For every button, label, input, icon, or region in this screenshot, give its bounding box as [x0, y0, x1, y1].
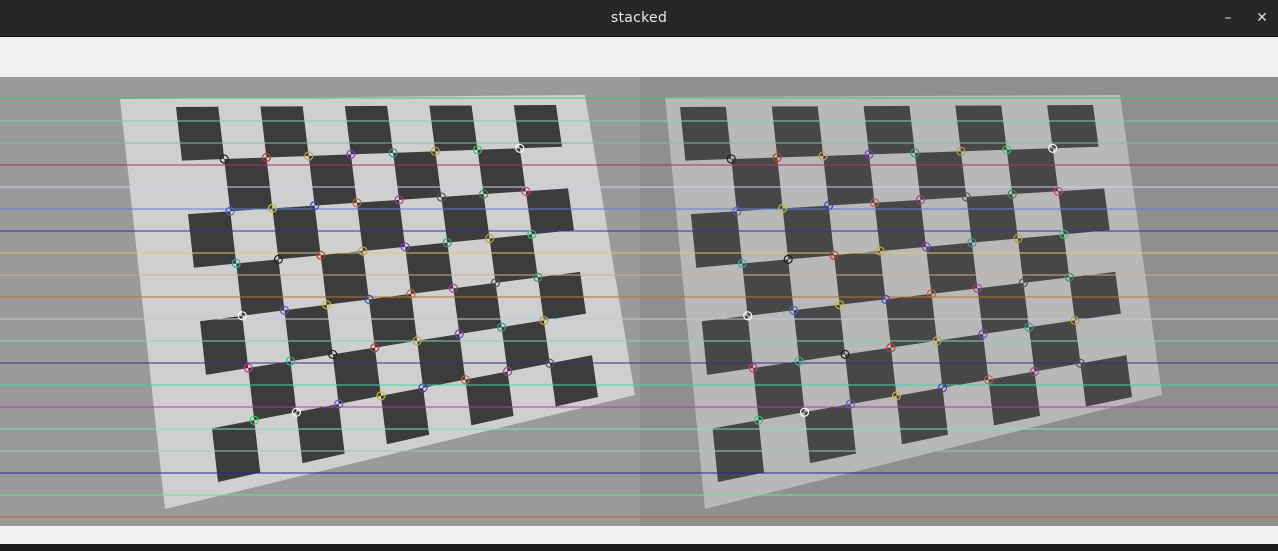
minimize-icon[interactable]: – [1216, 6, 1240, 30]
toolbar-area [0, 37, 1278, 77]
left-board-square [332, 347, 381, 405]
left-board-square [441, 194, 490, 243]
right-board-square [874, 199, 926, 252]
left-board-square [380, 387, 430, 445]
right-board-square [936, 334, 989, 388]
right-board-square [771, 106, 824, 158]
left-board-square [525, 188, 574, 235]
status-bar [0, 526, 1278, 544]
right-board-square [1028, 320, 1081, 372]
right-board-square [845, 347, 897, 405]
left-board-square [453, 282, 502, 334]
window-title: stacked [610, 10, 668, 26]
left-board-square [537, 271, 586, 321]
left-board-square [465, 371, 514, 426]
left-board-square [248, 361, 297, 421]
left-board-square [296, 404, 345, 464]
stereo-image [0, 77, 1278, 526]
right-board-square [701, 315, 754, 375]
left-board-square [501, 320, 550, 372]
right-board-square [863, 105, 915, 155]
left-board-square [284, 304, 333, 362]
right-board-square [955, 105, 1007, 152]
right-board-square [823, 154, 875, 206]
right-board-square [1058, 188, 1110, 235]
left-board-square [489, 234, 538, 283]
right-board-square [1069, 271, 1121, 321]
right-board-square [977, 282, 1029, 334]
left-board-square [224, 157, 273, 212]
left-board-square [513, 105, 562, 149]
right-board-square [804, 404, 856, 464]
right-board-square [896, 387, 948, 445]
right-board-square [782, 205, 835, 260]
left-board-square [405, 242, 454, 294]
window-bottom-edge [0, 544, 1278, 551]
right-board-square [680, 106, 732, 161]
window-titlebar: stacked – ✕ [0, 0, 1278, 37]
left-board-square [344, 105, 394, 155]
right-board-square [793, 304, 846, 362]
right-board-square [925, 242, 978, 294]
left-board-square [272, 205, 321, 260]
left-board-square [188, 211, 237, 268]
right-board-square [742, 259, 794, 316]
right-board-square [885, 293, 937, 348]
right-board-square [966, 194, 1018, 243]
left-board-square [356, 199, 406, 252]
left-board-square [393, 151, 442, 200]
right-board-square [690, 211, 743, 268]
right-board-square [731, 157, 783, 212]
right-board-square [1017, 234, 1070, 283]
left-board-square [429, 105, 478, 152]
left-board-square [417, 334, 466, 388]
left-board-square [200, 315, 249, 375]
left-board-square [236, 259, 285, 316]
right-board-square [753, 361, 805, 421]
left-board-square [260, 106, 309, 158]
right-board-square [914, 151, 967, 200]
right-board-square [1047, 105, 1099, 149]
left-board-square [176, 106, 225, 161]
stacked-image-canvas [0, 77, 1278, 526]
left-board-square [308, 154, 357, 206]
close-icon[interactable]: ✕ [1250, 6, 1274, 30]
left-board-square [368, 293, 418, 348]
right-board-square [988, 371, 1040, 426]
